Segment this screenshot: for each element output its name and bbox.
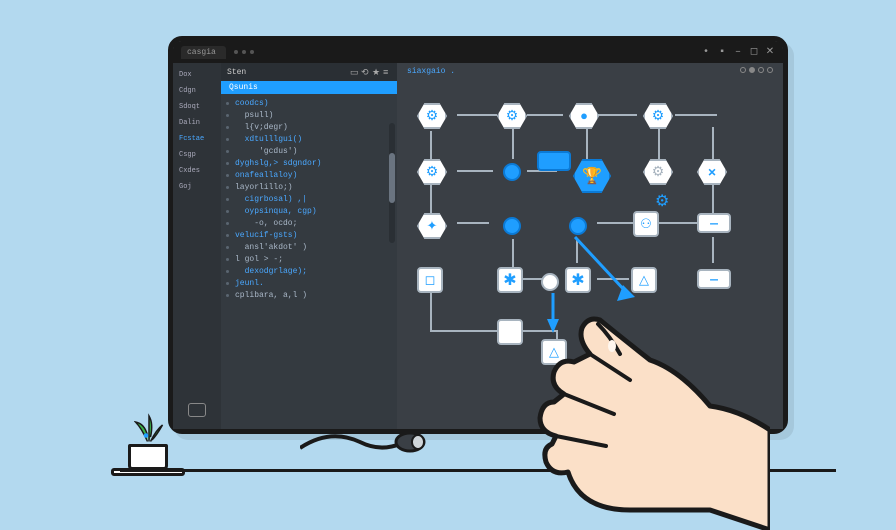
window-tab[interactable]: casgia	[181, 46, 226, 59]
sparkle-icon: ✦	[427, 219, 438, 234]
node-gear[interactable]: ⚙	[497, 103, 527, 129]
screen: Dox Cdgn Sdoqt Dalin Fcstae Csgp Cxdes G…	[173, 63, 783, 429]
code-editor: Sten ▭ ⟲ ★ ≡ Qsunis coodcs) psull) l{v;d…	[221, 63, 397, 429]
editor-title: Sten	[227, 68, 246, 77]
minus-icon: —	[710, 272, 718, 287]
editor-header: Sten ▭ ⟲ ★ ≡	[221, 63, 397, 81]
graph-canvas[interactable]: siaxgaio .	[397, 63, 783, 429]
node-gear[interactable]: ⚙	[417, 159, 447, 185]
sidebar-item[interactable]: Sdoqt	[177, 101, 217, 113]
tool-dot[interactable]	[749, 67, 755, 73]
cross-icon: ✕	[708, 165, 716, 180]
node-square[interactable]: ◻	[417, 267, 443, 293]
triangle-icon: △	[639, 273, 649, 288]
menu-icon[interactable]: ≡	[383, 68, 391, 76]
node-gear[interactable]: ⚙	[643, 159, 673, 185]
tab-dots	[234, 50, 254, 54]
minimize-button[interactable]: –	[733, 47, 743, 57]
cable-decoration	[300, 420, 500, 460]
gear-icon: ⚙	[506, 108, 519, 125]
square-icon: ▪	[717, 47, 727, 57]
node-cross[interactable]: ✕	[697, 159, 727, 185]
node-circle[interactable]	[503, 217, 521, 235]
star-icon: ✱	[503, 270, 516, 290]
node-gear[interactable]: ⚙	[417, 103, 447, 129]
maximize-button[interactable]: ◻	[749, 47, 759, 57]
asterisk-icon: ✱	[571, 270, 584, 290]
node-dot[interactable]: ●	[569, 103, 599, 129]
minus-icon: —	[710, 216, 718, 231]
node-gear[interactable]: ⚙	[643, 103, 673, 129]
tool-dot[interactable]	[740, 67, 746, 73]
triangle-icon: △	[549, 345, 559, 360]
sidebar-item[interactable]: Cdgn	[177, 85, 217, 97]
tool-dot[interactable]	[758, 67, 764, 73]
star-icon[interactable]: ★	[372, 68, 380, 76]
node-trophy[interactable]: 🏆	[573, 159, 611, 193]
node-star[interactable]: ✱	[497, 267, 523, 293]
dot-icon: ●	[580, 109, 588, 124]
window-controls: • ▪ – ◻ ✕	[701, 47, 775, 57]
node-triangle[interactable]: △	[541, 339, 567, 365]
node-circle[interactable]	[541, 273, 559, 291]
trophy-icon: 🏆	[582, 166, 602, 186]
gear-icon: ⚙	[652, 108, 665, 125]
node-minus[interactable]: —	[697, 269, 731, 289]
node-asterisk[interactable]: ✱	[565, 267, 591, 293]
gear-icon[interactable]: ⚙	[655, 191, 669, 211]
sidebar-item[interactable]: Dox	[177, 69, 217, 81]
gear-icon: ⚙	[426, 164, 439, 181]
node-circle[interactable]	[503, 163, 521, 181]
gear-icon: ⚙	[426, 108, 439, 125]
node-sparkle[interactable]: ✦	[417, 213, 447, 239]
monitor-frame: casgia • ▪ – ◻ ✕ Dox Cdgn Sdoqt Dalin Fc…	[168, 36, 788, 434]
gear-icon: ⚙	[652, 164, 665, 181]
dot-icon: •	[701, 47, 711, 57]
sidebar-toggle-icon[interactable]	[188, 403, 206, 417]
box-icon[interactable]: ▭	[350, 68, 358, 76]
sidebar-item[interactable]: Csgp	[177, 149, 217, 161]
sidebar-item[interactable]: Goj	[177, 181, 217, 193]
node-minus[interactable]: —	[697, 213, 731, 233]
person-icon: ⚇	[640, 217, 652, 232]
titlebar: casgia • ▪ – ◻ ✕	[173, 41, 783, 63]
sidebar: Dox Cdgn Sdoqt Dalin Fcstae Csgp Cxdes G…	[173, 63, 221, 429]
node-circle[interactable]	[569, 217, 587, 235]
node-triangle[interactable]: △	[631, 267, 657, 293]
sidebar-item[interactable]: Cxdes	[177, 165, 217, 177]
desk-line	[120, 469, 836, 472]
refresh-icon[interactable]: ⟲	[361, 68, 369, 76]
active-file[interactable]: Qsunis	[221, 81, 397, 94]
close-button[interactable]: ✕	[765, 47, 775, 57]
scrollbar[interactable]	[389, 123, 395, 243]
node-flag[interactable]	[537, 151, 571, 171]
node-blank[interactable]	[497, 319, 523, 345]
sidebar-item[interactable]: Fcstae	[177, 133, 217, 145]
node-person[interactable]: ⚇	[633, 211, 659, 237]
canvas-title: siaxgaio .	[407, 67, 455, 76]
square-icon: ◻	[425, 273, 436, 288]
sidebar-item[interactable]: Dalin	[177, 117, 217, 129]
tool-dot[interactable]	[767, 67, 773, 73]
canvas-toolbar	[740, 67, 773, 73]
code-block[interactable]: coodcs) psull) l{v;degr) xdtulllgui() 'g…	[221, 94, 397, 306]
